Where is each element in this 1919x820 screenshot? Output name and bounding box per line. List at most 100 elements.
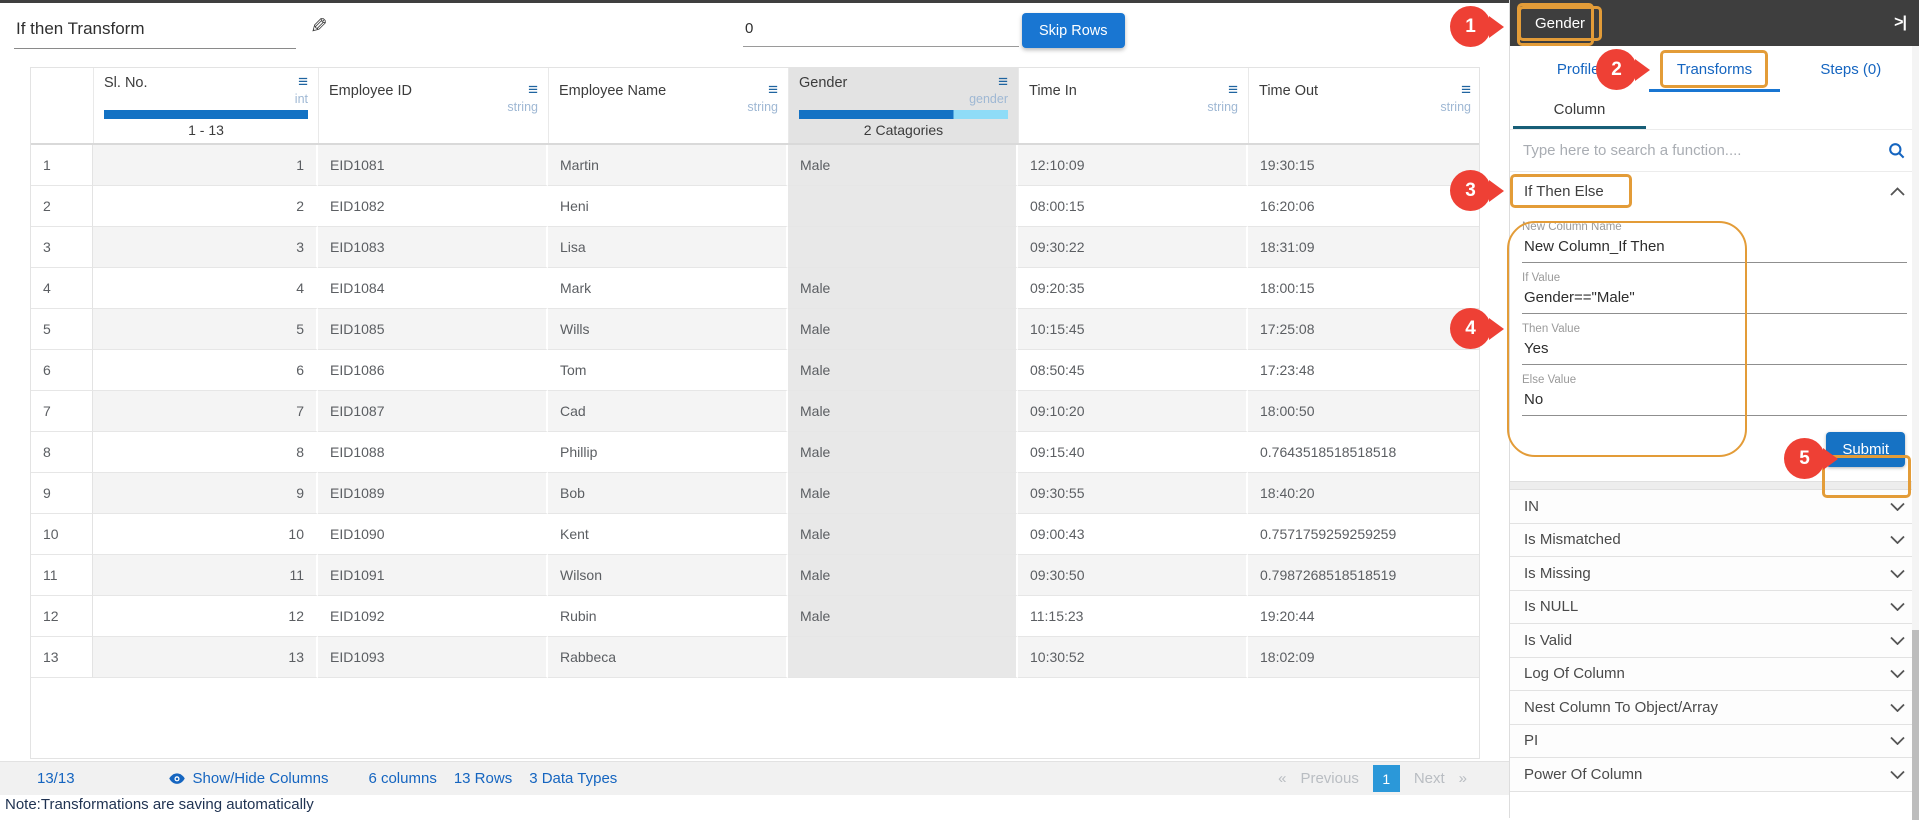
column-header-employee_id[interactable]: Employee ID≡string bbox=[318, 68, 548, 143]
skip-rows-button[interactable]: Skip Rows bbox=[1022, 13, 1125, 48]
chevron-down-icon bbox=[1890, 636, 1905, 645]
pagination-last-icon[interactable]: » bbox=[1459, 770, 1467, 787]
row-number-cell: 10 bbox=[31, 514, 93, 555]
table-row: 1010EID1090KentMale09:00:430.75717592592… bbox=[31, 514, 1479, 555]
function-item-nest-column-to-object-array[interactable]: Nest Column To Object/Array bbox=[1510, 691, 1919, 725]
main-area: If then Transform ✎ 0 Skip Rows Sl. No. ≡… bbox=[0, 0, 1509, 818]
column-type-label: string bbox=[1259, 100, 1471, 114]
chevron-down-icon bbox=[1890, 736, 1905, 745]
submit-row: Submit bbox=[1510, 416, 1919, 481]
pagination-first-icon[interactable]: « bbox=[1278, 770, 1286, 787]
field-input-new-column-name[interactable]: New Column_If Then bbox=[1522, 233, 1907, 263]
column-menu-icon[interactable]: ≡ bbox=[528, 83, 538, 97]
chevron-down-icon bbox=[1890, 770, 1905, 779]
cell-employee-id: EID1083 bbox=[318, 227, 548, 268]
column-header-label: Employee Name bbox=[559, 83, 666, 99]
table-row: 1111EID1091WilsonMale09:30:500.798726851… bbox=[31, 555, 1479, 596]
tab-column[interactable]: Column bbox=[1513, 92, 1646, 129]
column-menu-icon[interactable]: ≡ bbox=[998, 75, 1008, 89]
function-item-is-missing[interactable]: Is Missing bbox=[1510, 557, 1919, 591]
edit-pencil-icon[interactable]: ✎ bbox=[304, 13, 334, 40]
search-icon[interactable] bbox=[1887, 141, 1906, 160]
eye-icon bbox=[168, 770, 186, 788]
cell-employee-name: Mark bbox=[548, 268, 788, 309]
function-item-pi[interactable]: PI bbox=[1510, 725, 1919, 759]
cell-gender bbox=[788, 637, 1018, 678]
cell-employee-id: EID1081 bbox=[318, 145, 548, 186]
cell-time-in: 08:00:15 bbox=[1018, 186, 1248, 227]
cell-employee-id: EID1086 bbox=[318, 350, 548, 391]
table-row: 1212EID1092RubinMale11:15:2319:20:44 bbox=[31, 596, 1479, 637]
cell-slno: 3 bbox=[93, 227, 318, 268]
function-item-log-of-column[interactable]: Log Of Column bbox=[1510, 658, 1919, 692]
column-menu-icon[interactable]: ≡ bbox=[298, 75, 308, 89]
column-header-gender[interactable]: Gender≡gender2 Catagories bbox=[788, 68, 1018, 143]
pagination-next[interactable]: Next bbox=[1414, 770, 1445, 787]
column-menu-icon[interactable]: ≡ bbox=[768, 83, 778, 97]
header-rownum bbox=[31, 68, 93, 143]
cell-gender: Male bbox=[788, 514, 1018, 555]
if-then-else-form: New Column NameNew Column_If ThenIf Valu… bbox=[1510, 210, 1919, 416]
column-menu-icon[interactable]: ≡ bbox=[1461, 83, 1471, 97]
field-input-then-value[interactable]: Yes bbox=[1522, 335, 1907, 365]
column-header-time_out[interactable]: Time Out≡string bbox=[1248, 68, 1480, 143]
column-type-label: gender bbox=[799, 92, 1008, 106]
cell-gender: Male bbox=[788, 391, 1018, 432]
cell-slno: 5 bbox=[93, 309, 318, 350]
function-item-label: Is Missing bbox=[1524, 565, 1591, 582]
chevron-down-icon bbox=[1890, 669, 1905, 678]
annotation-marker-5: 5 bbox=[1784, 438, 1825, 479]
pagination-page-1[interactable]: 1 bbox=[1373, 765, 1400, 792]
submit-button[interactable]: Submit bbox=[1826, 432, 1905, 467]
cell-time-out: 17:25:08 bbox=[1248, 309, 1480, 350]
column-type-label: string bbox=[1029, 100, 1238, 114]
scrollbar-thumb[interactable] bbox=[1912, 630, 1919, 820]
function-item-is-null[interactable]: Is NULL bbox=[1510, 591, 1919, 625]
column-header-label: Sl. No. bbox=[104, 75, 148, 91]
cell-time-out: 19:20:44 bbox=[1248, 596, 1480, 637]
transform-name-input[interactable]: If then Transform bbox=[14, 11, 296, 49]
divider bbox=[1510, 481, 1919, 490]
row-number-cell: 5 bbox=[31, 309, 93, 350]
field-label-new-column-name: New Column Name bbox=[1522, 221, 1907, 233]
field-input-else-value[interactable]: No bbox=[1522, 386, 1907, 416]
function-item-in[interactable]: IN bbox=[1510, 490, 1919, 524]
cell-time-out: 0.7571759259259259 bbox=[1248, 514, 1480, 555]
skip-rows-input[interactable]: 0 bbox=[743, 11, 1019, 47]
column-header-employee_name[interactable]: Employee Name≡string bbox=[548, 68, 788, 143]
column-menu-icon[interactable]: ≡ bbox=[1228, 83, 1238, 97]
column-header-label: Employee ID bbox=[329, 83, 412, 99]
cell-gender: Male bbox=[788, 309, 1018, 350]
column-header-name-row: Employee Name ≡ bbox=[559, 83, 778, 99]
function-item-is-valid[interactable]: Is Valid bbox=[1510, 624, 1919, 658]
cell-employee-name: Kent bbox=[548, 514, 788, 555]
show-hide-columns-link[interactable]: Show/Hide Columns bbox=[168, 770, 329, 788]
cell-employee-name: Tom bbox=[548, 350, 788, 391]
cell-slno: 1 bbox=[93, 145, 318, 186]
pagination-previous[interactable]: Previous bbox=[1300, 770, 1358, 787]
selected-column-chip[interactable]: Gender bbox=[1518, 6, 1602, 41]
column-header-time_in[interactable]: Time In≡string bbox=[1018, 68, 1248, 143]
cell-employee-id: EID1089 bbox=[318, 473, 548, 514]
data-types-count: 3 Data Types bbox=[529, 770, 617, 787]
row-number-cell: 2 bbox=[31, 186, 93, 227]
data-grid-header: Sl. No.≡int1 - 13Employee ID≡stringEmplo… bbox=[31, 68, 1479, 145]
cell-time-out: 18:00:50 bbox=[1248, 391, 1480, 432]
column-header-name-row: Time In≡ bbox=[1029, 83, 1238, 99]
cell-time-in: 12:10:09 bbox=[1018, 145, 1248, 186]
function-item-power-of-column[interactable]: Power Of Column bbox=[1510, 758, 1919, 792]
tab-steps-0[interactable]: Steps (0) bbox=[1783, 46, 1919, 92]
cell-slno: 2 bbox=[93, 186, 318, 227]
collapse-panel-icon[interactable]: >| bbox=[1894, 14, 1906, 32]
field-input-if-value[interactable]: Gender=="Male" bbox=[1522, 284, 1907, 314]
cell-employee-name: Rubin bbox=[548, 596, 788, 637]
tab-transforms[interactable]: Transforms bbox=[1646, 46, 1782, 92]
column-header-slno[interactable]: Sl. No.≡int1 - 13 bbox=[93, 68, 318, 143]
cell-time-out: 18:02:09 bbox=[1248, 637, 1480, 678]
cell-employee-id: EID1085 bbox=[318, 309, 548, 350]
cell-time-in: 08:50:45 bbox=[1018, 350, 1248, 391]
function-if-then-else[interactable]: If Then Else bbox=[1510, 172, 1919, 210]
function-item-is-mismatched[interactable]: Is Mismatched bbox=[1510, 524, 1919, 558]
function-search[interactable]: Type here to search a function.... bbox=[1510, 130, 1919, 172]
column-header-name-row: Gender≡ bbox=[799, 75, 1008, 91]
